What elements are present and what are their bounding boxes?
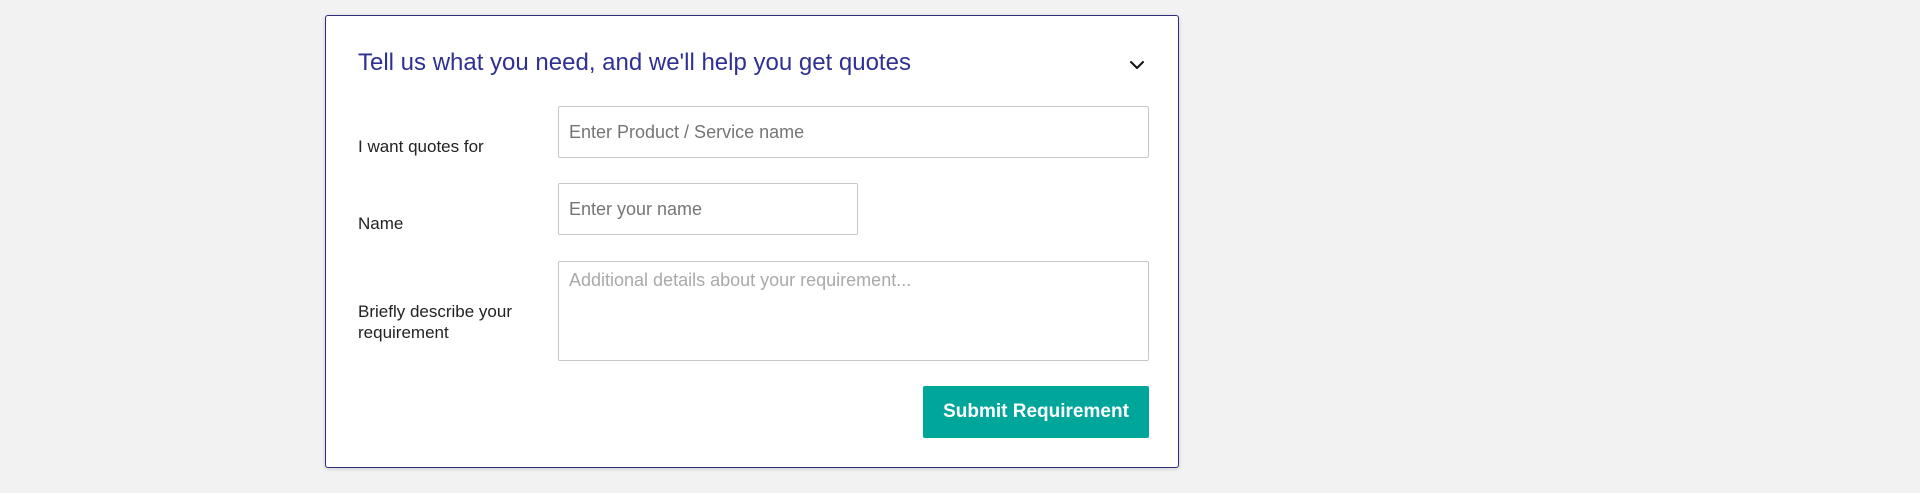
requirement-textarea[interactable] <box>558 261 1149 361</box>
quote-request-card: Tell us what you need, and we'll help yo… <box>325 15 1179 468</box>
product-input[interactable] <box>558 106 1149 158</box>
product-label: I want quotes for <box>358 137 484 156</box>
requirement-label: Briefly describe your requirement <box>358 302 513 342</box>
page: Tell us what you need, and we'll help yo… <box>0 0 1920 493</box>
name-label: Name <box>358 214 404 233</box>
chevron-down-icon[interactable] <box>1126 54 1148 76</box>
name-input[interactable] <box>558 183 858 235</box>
submit-requirement-button[interactable]: Submit Requirement <box>923 386 1149 438</box>
form-title: Tell us what you need, and we'll help yo… <box>358 49 911 76</box>
